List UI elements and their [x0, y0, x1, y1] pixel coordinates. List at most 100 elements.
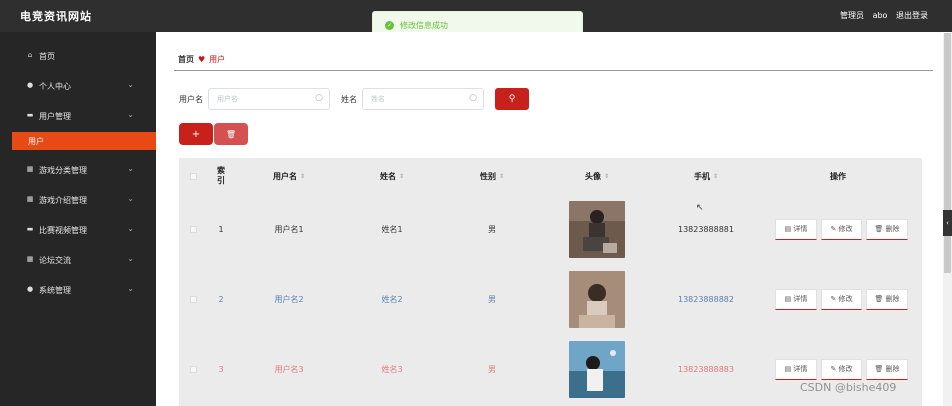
header-avatar-cell[interactable]: 头像 ⇕ — [567, 158, 627, 194]
edit-button[interactable]: ✎ 修改 — [821, 288, 862, 310]
sidebar-item-label: 系统管理 — [39, 285, 71, 295]
search-button[interactable]: ⚲ — [495, 88, 529, 110]
breadcrumb-home[interactable]: 首页 — [178, 54, 194, 65]
avatar-photo — [569, 200, 625, 258]
grid-icon: ▦ — [26, 165, 34, 173]
chevron-down-icon: ⌄ — [127, 254, 134, 263]
row-username: 用户名2 — [274, 294, 304, 304]
header-name-cell[interactable]: 姓名 ⇕ — [362, 158, 422, 194]
edit-button[interactable]: ✎ 修改 — [821, 358, 862, 380]
sidebar-item-match-video[interactable]: ▬ 比赛视频管理 ⌄ — [0, 215, 156, 245]
header-username-cell[interactable]: 用户名 ⇕ — [259, 158, 319, 194]
trash-icon: 🗑 — [874, 295, 886, 303]
name-search-label: 姓名 — [341, 94, 357, 104]
sidebar-item-user-management[interactable]: ▬ 用户管理 ⌄ — [0, 101, 156, 131]
name-search-input[interactable]: 姓名 ○ — [362, 88, 484, 110]
scrollbar-thumb[interactable] — [944, 33, 951, 273]
avatar[interactable] — [569, 270, 625, 328]
toast-message: 修改信息成功 — [400, 20, 448, 30]
name-placeholder: 姓名 — [371, 95, 385, 103]
header-avatar: 头像 — [584, 171, 601, 181]
detail-button[interactable]: ▤ 详情 — [775, 358, 817, 380]
username-search-input[interactable]: 用户名 ○ — [208, 88, 330, 110]
row-gender: 男 — [488, 364, 496, 374]
sort-icon: ⇕ — [299, 172, 306, 180]
delete-button[interactable]: 🗑 删除 — [866, 358, 908, 380]
user-table: 索引 用户名 ⇕ 姓名 ⇕ 性别 ⇕ 头像 ⇕ 手机 ⇕ 操作 1 用户名1 姓名1 男 — [179, 158, 922, 406]
sidebar-subitem-users[interactable]: 用户 — [12, 132, 156, 150]
monitor-icon: ▬ — [26, 111, 34, 119]
delete-label: 删除 — [885, 295, 900, 303]
delete-button[interactable]: 🗑 删除 — [866, 288, 908, 310]
trash-icon: 🗑 — [874, 365, 886, 373]
logout-link[interactable]: 退出登录 — [896, 11, 928, 20]
header-username: 用户名 — [272, 171, 297, 181]
delete-button[interactable]: 🗑 删除 — [866, 218, 908, 240]
header-gender-cell[interactable]: 性别 ⇕ — [462, 158, 522, 194]
header-gender: 性别 — [479, 171, 496, 181]
sidebar-item-label: 游戏介绍管理 — [39, 195, 87, 205]
collapse-toggle[interactable]: ‹ — [943, 210, 952, 236]
chevron-down-icon: ⌄ — [127, 80, 134, 89]
table-row: 1 用户名1 姓名1 男 13823888881 ▤ 详情 ✎ 修改 🗑 删除 — [179, 194, 922, 264]
breadcrumb: 首页 ♥ 用户 — [178, 54, 225, 65]
sidebar-item-game-category[interactable]: ▦ 游戏分类管理 ⌄ — [0, 155, 156, 185]
monitor-icon: ▬ — [26, 225, 34, 233]
row-checkbox[interactable] — [189, 365, 197, 373]
grid-icon: ▦ — [26, 195, 34, 203]
table-header: 索引 用户名 ⇕ 姓名 ⇕ 性别 ⇕ 头像 ⇕ 手机 ⇕ 操作 — [179, 158, 922, 194]
row-index: 3 — [218, 364, 224, 374]
row-actions: ▤ 详情 ✎ 修改 🗑 删除 — [775, 288, 908, 310]
user-icon: ● — [26, 81, 34, 89]
watermark: CSDN @bishe409 — [800, 381, 897, 394]
pencil-icon: ✎ — [830, 225, 839, 233]
detail-label: 详情 — [793, 365, 808, 373]
row-gender: 男 — [488, 294, 496, 304]
sidebar: ⌂ 首页 ● 个人中心 ⌄ ▬ 用户管理 ⌄ 用户 ▦ 游戏分类管理 ⌄ ▦ 游… — [0, 32, 156, 406]
select-all-checkbox[interactable] — [189, 172, 197, 180]
sort-icon: ⇕ — [498, 172, 505, 180]
sidebar-item-label: 个人中心 — [39, 81, 71, 91]
row-index: 1 — [218, 224, 224, 234]
row-checkbox[interactable] — [189, 225, 197, 233]
sidebar-item-label: 用户管理 — [39, 111, 71, 121]
username-placeholder: 用户名 — [217, 95, 238, 103]
row-name: 姓名1 — [381, 224, 403, 234]
edit-label: 修改 — [838, 365, 853, 373]
add-button[interactable]: + — [179, 123, 213, 145]
sidebar-item-game-intro[interactable]: ▦ 游戏介绍管理 ⌄ — [0, 185, 156, 215]
chevron-left-icon: ‹ — [946, 219, 949, 227]
row-name: 姓名3 — [381, 364, 403, 374]
row-username: 用户名3 — [274, 364, 304, 374]
sidebar-item-label: 首页 — [39, 51, 55, 61]
row-checkbox[interactable] — [189, 295, 197, 303]
chevron-down-icon: ⌄ — [127, 194, 134, 203]
sidebar-item-system[interactable]: ● 系统管理 ⌄ — [0, 275, 156, 305]
batch-delete-button[interactable]: 🗑 — [214, 123, 248, 145]
sidebar-item-label: 论坛交流 — [39, 255, 71, 265]
sidebar-item-forum[interactable]: ▦ 论坛交流 ⌄ — [0, 245, 156, 275]
grid-icon: ▦ — [26, 255, 34, 263]
avatar[interactable] — [569, 340, 625, 398]
user-icon: ● — [26, 285, 34, 293]
search-icon: ⚲ — [508, 94, 516, 104]
sidebar-item-personal-center[interactable]: ● 个人中心 ⌄ — [0, 71, 156, 101]
detail-button[interactable]: ▤ 详情 — [775, 218, 817, 240]
username-label: abo — [872, 11, 888, 20]
divider — [174, 70, 933, 71]
row-username: 用户名1 — [274, 224, 304, 234]
sort-icon: ⇕ — [712, 172, 719, 180]
detail-button[interactable]: ▤ 详情 — [775, 288, 817, 310]
mouse-cursor-icon: ↖ — [696, 203, 704, 213]
pencil-icon: ✎ — [830, 365, 839, 373]
row-phone: 13823888883 — [678, 364, 734, 374]
delete-label: 删除 — [885, 225, 900, 233]
avatar[interactable] — [569, 200, 625, 258]
sidebar-item-home[interactable]: ⌂ 首页 — [0, 41, 156, 71]
header-phone-cell[interactable]: 手机 ⇕ — [676, 158, 736, 194]
doc-icon: ▤ — [784, 295, 794, 303]
edit-button[interactable]: ✎ 修改 — [821, 218, 862, 240]
header-index[interactable]: 索引 — [216, 166, 226, 186]
plus-icon: + — [191, 128, 201, 140]
sort-icon: ⇕ — [398, 172, 405, 180]
